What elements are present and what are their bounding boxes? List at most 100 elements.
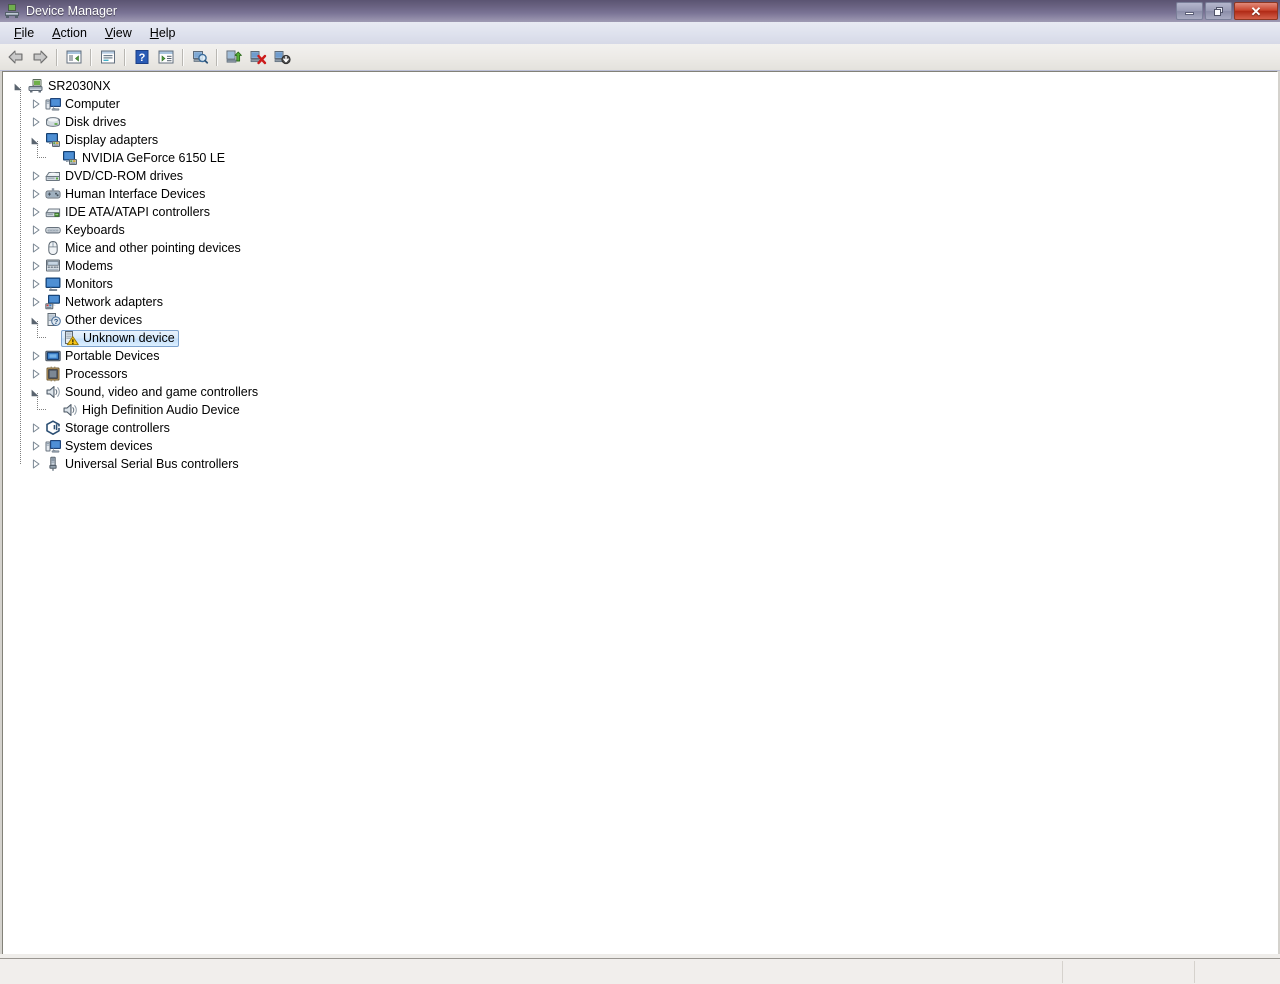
tree-item[interactable]: High Definition Audio Device: [45, 401, 243, 419]
minimize-button[interactable]: [1176, 2, 1203, 20]
expand-arrow-icon[interactable]: [28, 455, 44, 473]
tree-item[interactable]: Display adapters: [28, 131, 161, 149]
collapse-arrow-icon[interactable]: [11, 77, 27, 95]
tree-item[interactable]: Computer: [28, 95, 123, 113]
window-title: Device Manager: [26, 4, 118, 18]
tree-item-label: Other devices: [65, 313, 143, 327]
tree-item-label: Disk drives: [65, 115, 127, 129]
tree-item-label: Computer: [65, 97, 120, 111]
other-devices-icon: ?: [45, 312, 61, 328]
tree-item[interactable]: Modems: [28, 257, 116, 275]
menu-view[interactable]: View: [96, 24, 141, 42]
tree-item[interactable]: Mice and other pointing devices: [28, 239, 244, 257]
scan-for-hardware-changes-button[interactable]: [189, 46, 211, 68]
modem-icon: [45, 258, 61, 274]
menu-help[interactable]: Help: [141, 24, 185, 42]
tree-item[interactable]: Portable Devices: [28, 347, 163, 365]
properties-button[interactable]: [97, 46, 119, 68]
tree-item[interactable]: Disk drives: [28, 113, 129, 131]
expand-arrow-icon[interactable]: [28, 203, 44, 221]
menu-bar: File Action View Help: [0, 22, 1280, 44]
expand-arrow-icon[interactable]: [28, 293, 44, 311]
tree-item[interactable]: ? Other devices: [28, 311, 145, 329]
network-adapter-icon: [45, 294, 61, 310]
scan-magnifier-icon: [193, 51, 209, 64]
tree-item[interactable]: Universal Serial Bus controllers: [28, 455, 242, 473]
ide-controller-icon: [45, 204, 61, 220]
tree-item[interactable]: Processors: [28, 365, 131, 383]
back-button[interactable]: [5, 46, 27, 68]
forward-arrow-icon: [33, 50, 48, 64]
tree-item[interactable]: Sound, video and game controllers: [28, 383, 261, 401]
forward-button[interactable]: [29, 46, 51, 68]
restore-button[interactable]: [1205, 2, 1232, 20]
monitor-icon: [45, 276, 61, 292]
expand-arrow-icon[interactable]: [28, 167, 44, 185]
expand-arrow-icon[interactable]: [28, 257, 44, 275]
window-controls: ✕: [1176, 2, 1278, 20]
toolbar-separator-5: [216, 48, 218, 66]
tree-item-label: Unknown device: [83, 331, 175, 345]
help-button[interactable]: ?: [131, 46, 153, 68]
tree-item-label: NVIDIA GeForce 6150 LE: [82, 151, 226, 165]
tree-item[interactable]: DVD/CD-ROM drives: [28, 167, 186, 185]
uninstall-device-button[interactable]: [247, 46, 269, 68]
tree-item[interactable]: Storage controllers: [28, 419, 173, 437]
toolbar-separator-1: [56, 48, 58, 66]
computer-icon: [45, 96, 61, 112]
keyboard-icon: [45, 222, 61, 238]
tree-item-label: Storage controllers: [65, 421, 170, 435]
display-adapter-icon: [62, 150, 78, 166]
update-driver-button[interactable]: [223, 46, 245, 68]
expand-arrow-icon[interactable]: [28, 113, 44, 131]
expand-arrow-icon[interactable]: [28, 365, 44, 383]
disable-device-button[interactable]: [271, 46, 293, 68]
dvd-drive-icon: [45, 168, 61, 184]
show-hide-console-tree-button[interactable]: [63, 46, 85, 68]
tree-item[interactable]: Human Interface Devices: [28, 185, 208, 203]
status-separator-1: [1062, 961, 1063, 983]
tree-item[interactable]: NVIDIA GeForce 6150 LE: [45, 149, 228, 167]
tree-item-label: High Definition Audio Device: [82, 403, 240, 417]
tree-item[interactable]: IDE ATA/ATAPI controllers: [28, 203, 213, 221]
tree-item-label: Portable Devices: [65, 349, 160, 363]
tree-item[interactable]: Network adapters: [28, 293, 166, 311]
tree-item-label: Sound, video and game controllers: [65, 385, 259, 399]
tree-item[interactable]: System devices: [28, 437, 156, 455]
expand-arrow-icon[interactable]: [28, 221, 44, 239]
tree-item-label: Mice and other pointing devices: [65, 241, 241, 255]
collapse-arrow-icon[interactable]: [28, 131, 44, 149]
expand-arrow-icon[interactable]: [28, 347, 44, 365]
speaker-icon: [45, 384, 61, 400]
usb-icon: [45, 456, 61, 472]
properties-icon: [101, 50, 115, 64]
show-hide-action-pane-button[interactable]: [155, 46, 177, 68]
tree-item-label: Processors: [65, 367, 128, 381]
close-button[interactable]: ✕: [1234, 2, 1278, 20]
tree-item[interactable]: Monitors: [28, 275, 116, 293]
disk-drive-icon: [45, 114, 61, 130]
expand-arrow-icon[interactable]: [28, 437, 44, 455]
tree-item[interactable]: Unknown device: [45, 329, 179, 347]
minimize-icon: [1185, 12, 1194, 15]
processor-icon: [45, 366, 61, 382]
svg-text:?: ?: [139, 52, 146, 64]
menu-action[interactable]: Action: [43, 24, 96, 42]
tree-item-label: Keyboards: [65, 223, 125, 237]
device-manager-icon: [4, 3, 20, 19]
tree-item[interactable]: SR2030NX: [11, 77, 114, 95]
device-tree-panel[interactable]: SR2030NX Computer Disk drives Display adapt…: [2, 71, 1278, 956]
expand-arrow-icon[interactable]: [28, 185, 44, 203]
menu-file[interactable]: File: [5, 24, 43, 42]
expand-arrow-icon[interactable]: [28, 419, 44, 437]
tree-item[interactable]: Keyboards: [28, 221, 128, 239]
portable-device-icon: [45, 348, 61, 364]
expand-arrow-icon[interactable]: [28, 239, 44, 257]
collapse-arrow-icon[interactable]: [28, 311, 44, 329]
expand-arrow-icon[interactable]: [28, 275, 44, 293]
collapse-arrow-icon[interactable]: [28, 383, 44, 401]
device-tree: SR2030NX Computer Disk drives Display adapt…: [3, 72, 1277, 955]
expand-arrow-icon[interactable]: [28, 95, 44, 113]
